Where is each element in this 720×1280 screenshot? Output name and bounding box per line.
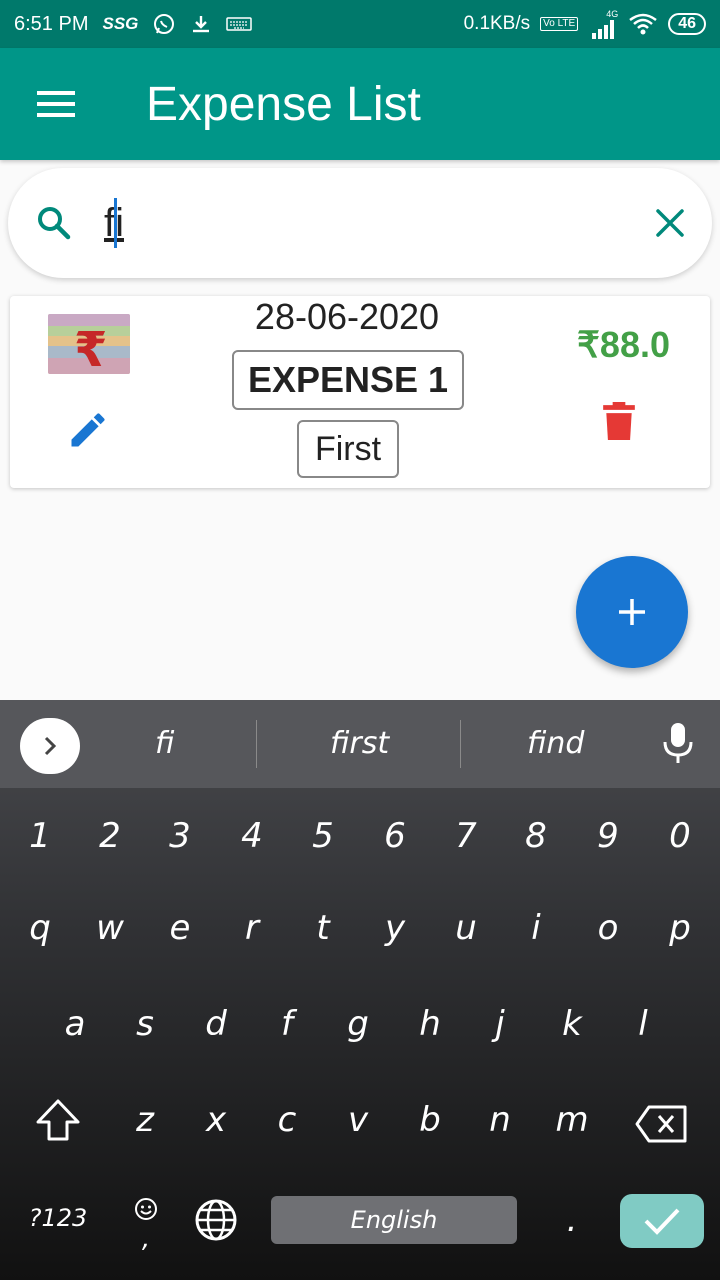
key-l[interactable]: l — [613, 1004, 673, 1044]
expense-category: First — [297, 420, 399, 478]
key-f[interactable]: f — [257, 1004, 317, 1044]
key-0[interactable]: 0 — [650, 816, 710, 856]
period-key[interactable]: . — [542, 1200, 602, 1240]
key-o[interactable]: o — [578, 908, 638, 948]
search-icon — [34, 203, 74, 243]
search-input[interactable] — [104, 200, 584, 246]
key-1[interactable]: 1 — [10, 816, 70, 856]
comma-label: , — [141, 1224, 151, 1254]
key-s[interactable]: s — [115, 1004, 175, 1044]
key-y[interactable]: y — [365, 908, 425, 948]
shift-key[interactable] — [28, 1098, 88, 1151]
soft-keyboard: fi first find 1 2 3 4 5 6 7 8 9 0 q w e … — [0, 700, 720, 1280]
key-u[interactable]: u — [436, 908, 496, 948]
key-h[interactable]: h — [400, 1004, 460, 1044]
key-a[interactable]: a — [45, 1004, 105, 1044]
key-r[interactable]: r — [222, 908, 282, 948]
backspace-icon — [635, 1105, 687, 1143]
keyboard-icon — [226, 16, 253, 32]
suggestion-1[interactable]: fi — [155, 726, 174, 761]
status-time: 6:51 PM — [14, 12, 89, 35]
voice-input-button[interactable] — [662, 722, 694, 769]
expense-amount: ₹88.0 — [577, 324, 670, 365]
net-speed: 0.1KB/s — [463, 13, 531, 34]
key-j[interactable]: j — [470, 1004, 530, 1044]
key-q[interactable]: q — [10, 908, 70, 948]
menu-button[interactable] — [0, 48, 112, 160]
key-7[interactable]: 7 — [436, 816, 496, 856]
edit-expense-button[interactable] — [66, 408, 110, 457]
shift-icon — [36, 1099, 80, 1141]
delete-expense-button[interactable] — [600, 400, 638, 447]
key-m[interactable]: m — [542, 1100, 602, 1140]
key-d[interactable]: d — [186, 1004, 246, 1044]
svg-text:₹: ₹ — [74, 322, 107, 374]
expand-toolbar-button[interactable] — [20, 718, 80, 774]
suggestion-divider — [256, 720, 257, 768]
key-z[interactable]: z — [115, 1100, 175, 1140]
emoji-comma-key[interactable]: , — [116, 1190, 176, 1254]
text-cursor — [114, 198, 117, 248]
wifi-icon — [628, 12, 658, 36]
close-icon — [656, 209, 684, 237]
mic-icon — [663, 723, 693, 763]
pencil-icon — [71, 413, 105, 447]
key-k[interactable]: k — [542, 1004, 602, 1044]
signal-icon: 4G — [588, 8, 619, 39]
emoji-icon — [135, 1198, 157, 1220]
key-w[interactable]: w — [80, 908, 140, 948]
key-b[interactable]: b — [400, 1100, 460, 1140]
key-v[interactable]: v — [328, 1100, 388, 1140]
key-6[interactable]: 6 — [365, 816, 425, 856]
key-3[interactable]: 3 — [150, 816, 210, 856]
download-icon — [190, 13, 212, 35]
expense-name: EXPENSE 1 — [232, 350, 464, 410]
key-5[interactable]: 5 — [293, 816, 353, 856]
backspace-key[interactable] — [632, 1104, 692, 1153]
trash-icon — [603, 402, 635, 440]
key-g[interactable]: g — [328, 1004, 388, 1044]
key-e[interactable]: e — [150, 908, 210, 948]
key-8[interactable]: 8 — [506, 816, 566, 856]
menu-icon — [37, 91, 75, 117]
chevron-right-icon — [44, 736, 57, 756]
key-c[interactable]: c — [257, 1100, 317, 1140]
language-key[interactable] — [186, 1198, 246, 1251]
key-x[interactable]: x — [186, 1100, 246, 1140]
key-4[interactable]: 4 — [222, 816, 282, 856]
suggestion-divider — [460, 720, 461, 768]
plus-icon — [619, 599, 645, 625]
key-2[interactable]: 2 — [80, 816, 140, 856]
add-expense-button[interactable] — [576, 556, 688, 668]
enter-key[interactable] — [620, 1194, 704, 1248]
key-t[interactable]: t — [293, 908, 353, 948]
app-bar: Expense List — [0, 48, 720, 160]
expense-list-item[interactable]: ₹ 28-06-2020 EXPENSE 1 First ₹88.0 — [10, 296, 710, 488]
battery-icon: 46 — [668, 13, 706, 35]
key-n[interactable]: n — [470, 1100, 530, 1140]
space-key[interactable]: English — [271, 1196, 517, 1244]
suggestion-strip: fi first find — [0, 700, 720, 788]
search-bar — [8, 168, 712, 278]
suggestion-3[interactable]: find — [527, 726, 584, 761]
volte-icon: Vo LTE — [540, 17, 579, 31]
app-screen: 6:51 PM SSG 0.1KB/s Vo LTE 4G 46 Expense… — [0, 0, 720, 1280]
globe-icon — [195, 1199, 237, 1241]
expense-image: ₹ — [48, 314, 130, 374]
check-icon — [644, 1208, 680, 1235]
key-p[interactable]: p — [650, 908, 710, 948]
whatsapp-icon — [152, 12, 176, 36]
symbols-key[interactable]: ?123 — [22, 1204, 94, 1232]
key-9[interactable]: 9 — [578, 816, 638, 856]
clear-search-button[interactable] — [654, 207, 686, 239]
carrier-icon: SSG — [102, 14, 139, 33]
key-i[interactable]: i — [506, 908, 566, 948]
expense-date: 28-06-2020 — [254, 296, 440, 337]
status-bar: 6:51 PM SSG 0.1KB/s Vo LTE 4G 46 — [0, 0, 720, 48]
network-type-label: 4G — [606, 8, 619, 19]
page-title: Expense List — [146, 77, 421, 131]
suggestion-2[interactable]: first — [330, 726, 389, 761]
